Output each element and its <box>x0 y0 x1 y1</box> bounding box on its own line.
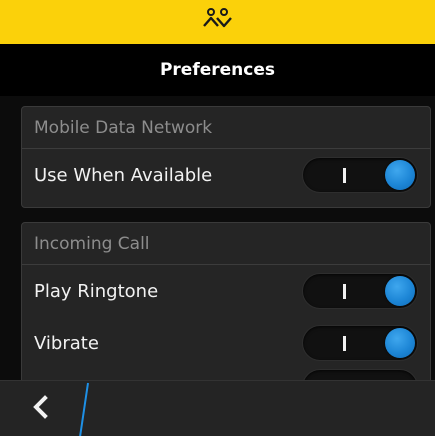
setting-label: Use When Available <box>34 164 213 186</box>
settings-content: Mobile Data Network Use When Available I… <box>0 96 435 380</box>
section-header: Incoming Call <box>22 223 430 265</box>
setting-row-vibrate: Vibrate <box>22 317 430 369</box>
setting-row-play-ringtone: Play Ringtone <box>22 265 430 317</box>
action-bar <box>0 380 435 436</box>
toggle-knob[interactable] <box>385 160 415 190</box>
toggle-knob[interactable] <box>385 328 415 358</box>
setting-row-partial <box>22 369 430 380</box>
toggle-on-indicator <box>343 336 346 351</box>
chevron-left-icon <box>30 395 52 423</box>
section-mobile-data-network: Mobile Data Network Use When Available <box>21 106 431 208</box>
use-when-available-toggle[interactable] <box>302 157 418 193</box>
partial-toggle[interactable] <box>302 369 418 380</box>
setting-row-use-when-available: Use When Available <box>22 149 430 201</box>
toggle-knob[interactable] <box>385 276 415 306</box>
app-screen: Preferences Mobile Data Network Use When… <box>0 0 435 436</box>
back-divider <box>79 382 89 436</box>
vibrate-toggle[interactable] <box>302 325 418 361</box>
page-title: Preferences <box>159 60 276 80</box>
section-header: Mobile Data Network <box>22 107 430 149</box>
title-bar: Preferences <box>0 44 435 96</box>
top-bar <box>0 0 435 44</box>
setting-label: Vibrate <box>34 332 99 354</box>
setting-label: Play Ringtone <box>34 280 159 302</box>
back-button[interactable] <box>0 381 82 436</box>
blackberry-messenger-logo-icon <box>201 6 235 38</box>
section-incoming-call: Incoming Call Play Ringtone Vibrate <box>21 222 431 380</box>
toggle-on-indicator <box>343 168 346 183</box>
play-ringtone-toggle[interactable] <box>302 273 418 309</box>
toggle-on-indicator <box>343 284 346 299</box>
